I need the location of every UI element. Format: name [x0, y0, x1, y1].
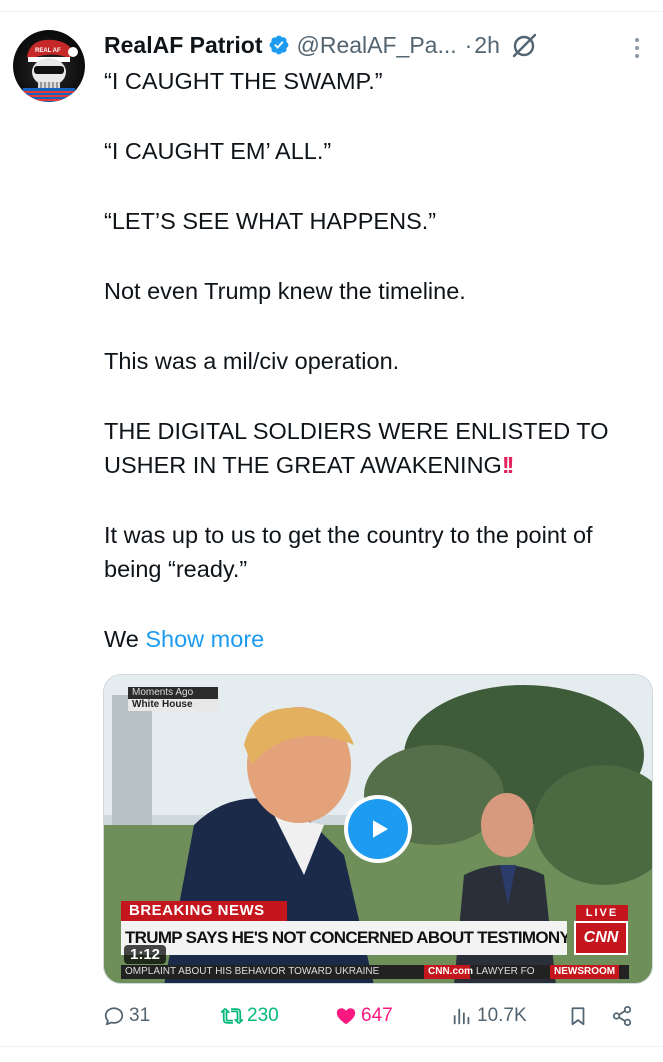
reply-icon [104, 1007, 124, 1026]
post-text-line: It was up to us to get the country to th… [104, 522, 593, 582]
separator-dot: · [464, 31, 473, 58]
post-text-line: This was a mil/civ operation. [104, 348, 400, 374]
post-text-line: THE DIGITAL SOLDIERS WERE ENLISTED TO US… [104, 414, 649, 482]
post-text-span: We [104, 626, 139, 652]
views-count: 10.7K [477, 1005, 527, 1026]
news-ticker: OMPLAINT ABOUT HIS BEHAVIOR TOWARD UKRAI… [121, 965, 629, 979]
post-time[interactable]: 2h [474, 32, 500, 59]
ticker-text: OMPLAINT ABOUT HIS BEHAVIOR TOWARD UKRAI… [125, 966, 380, 977]
post-text-span: THE DIGITAL SOLDIERS WERE ENLISTED TO US… [104, 418, 609, 478]
location-label: White House [128, 699, 218, 711]
bookmark-icon [571, 1007, 585, 1026]
video-duration: 1:12 [124, 945, 167, 964]
double-exclamation-emoji: !! [501, 452, 515, 478]
like-button[interactable]: 647 [335, 1000, 393, 1032]
post-header: RealAF Patriot @RealAF_Pa... · 2h [104, 28, 538, 62]
live-badge: LIVE [576, 905, 628, 921]
reply-button[interactable]: 31 [103, 1000, 150, 1032]
repost-icon [221, 1008, 243, 1024]
repost-button[interactable]: 230 [221, 1000, 279, 1032]
bookmark-button[interactable] [567, 1000, 589, 1032]
show-more-link[interactable]: Show more [145, 626, 264, 652]
heart-icon [336, 1008, 356, 1025]
action-bar: 31 230 647 10.7K [103, 1000, 648, 1032]
reply-count: 31 [129, 1005, 151, 1026]
play-icon [348, 799, 408, 859]
post-text-line: “LET’S SEE WHAT HAPPENS.” [104, 208, 437, 234]
top-divider [0, 0, 663, 12]
avatar-label: REAL AF [35, 48, 61, 54]
skull-avatar-icon: REAL AF [23, 39, 78, 102]
play-button[interactable] [344, 795, 412, 863]
like-count: 647 [361, 1005, 393, 1026]
news-headline: TRUMP SAYS HE'S NOT CONCERNED ABOUT TEST… [121, 921, 567, 955]
ticker-text: LAWYER FO [476, 966, 535, 977]
moments-ago-label: Moments Ago [128, 687, 218, 699]
more-options-icon[interactable] [628, 34, 646, 62]
post-text-line: We Show more [104, 622, 649, 656]
views-chart-icon [453, 1008, 470, 1025]
display-name[interactable]: RealAF Patriot [104, 32, 262, 59]
avatar[interactable]: REAL AF [13, 30, 85, 102]
share-icon [612, 1005, 632, 1027]
post-text-line: “I CAUGHT THE SWAMP.” [104, 68, 383, 94]
post-text: “I CAUGHT THE SWAMP.” “I CAUGHT EM’ ALL.… [104, 64, 649, 656]
grok-icon[interactable] [510, 31, 538, 59]
author-handle[interactable]: @RealAF_Pa... [296, 32, 456, 59]
post-text-line: Not even Trump knew the timeline. [104, 278, 466, 304]
post-text-line: “I CAUGHT EM’ ALL.” [104, 138, 332, 164]
ticker-brand: NEWSROOM [550, 965, 620, 979]
views-button[interactable]: 10.7K [451, 1000, 527, 1032]
breaking-news-banner: BREAKING NEWS [121, 901, 287, 921]
network-logo: CNN [574, 921, 628, 955]
bottom-divider [0, 1046, 663, 1047]
ticker-logo: CNN.com [424, 965, 473, 979]
video-player[interactable]: Moments Ago White House BREAKING NEWS TR… [103, 674, 653, 984]
share-button[interactable] [611, 1000, 633, 1032]
repost-count: 230 [247, 1005, 279, 1026]
verified-badge-icon[interactable] [268, 34, 290, 56]
